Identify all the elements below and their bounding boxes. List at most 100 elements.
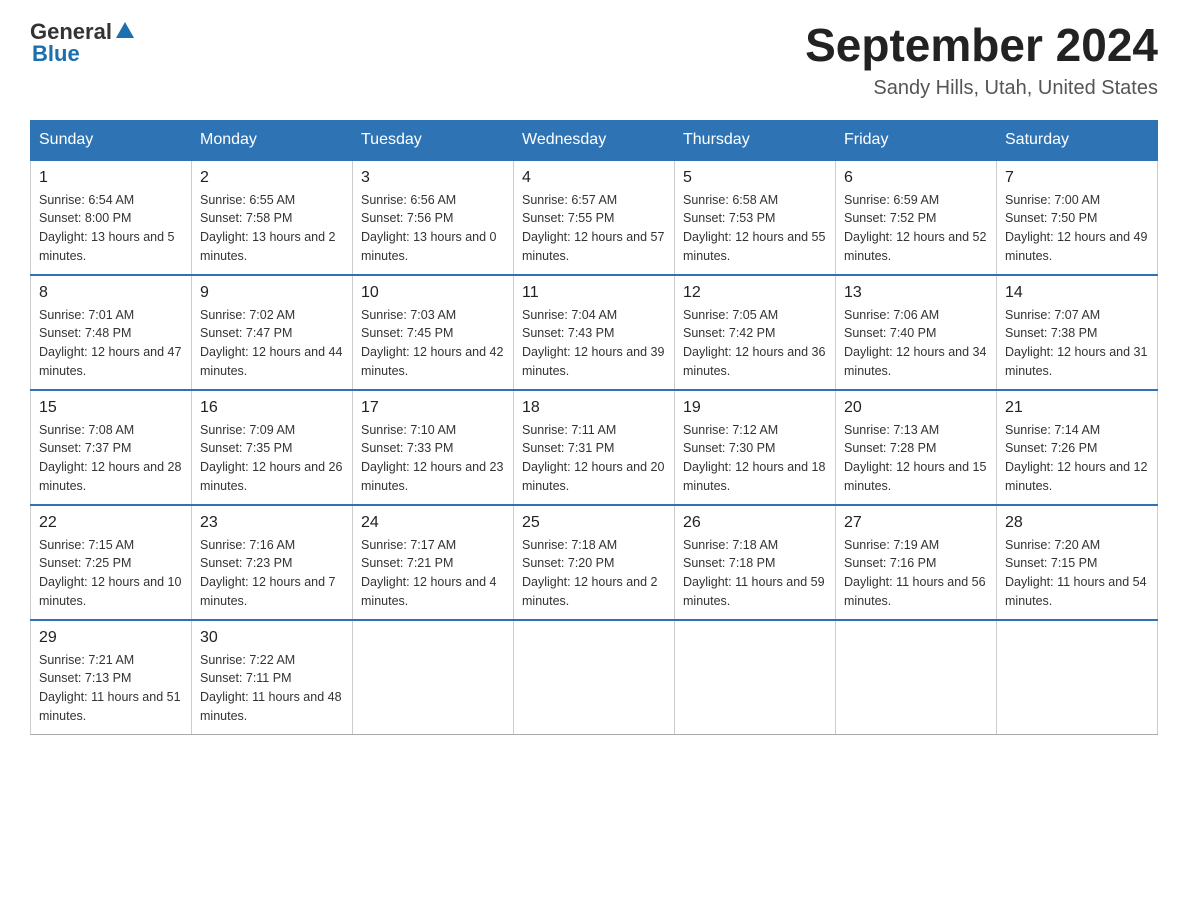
day-number: 7 xyxy=(1005,169,1149,187)
calendar-day-cell: 3 Sunrise: 6:56 AMSunset: 7:56 PMDayligh… xyxy=(353,160,514,275)
calendar-table: SundayMondayTuesdayWednesdayThursdayFrid… xyxy=(30,120,1158,735)
day-number: 20 xyxy=(844,399,988,417)
calendar-day-cell: 13 Sunrise: 7:06 AMSunset: 7:40 PMDaylig… xyxy=(836,275,997,390)
day-number: 16 xyxy=(200,399,344,417)
day-info: Sunrise: 6:57 AMSunset: 7:55 PMDaylight:… xyxy=(522,191,666,266)
calendar-week-row: 15 Sunrise: 7:08 AMSunset: 7:37 PMDaylig… xyxy=(31,390,1158,505)
day-info: Sunrise: 7:06 AMSunset: 7:40 PMDaylight:… xyxy=(844,306,988,381)
calendar-day-cell xyxy=(675,620,836,735)
day-info: Sunrise: 7:21 AMSunset: 7:13 PMDaylight:… xyxy=(39,651,183,726)
calendar-day-cell: 10 Sunrise: 7:03 AMSunset: 7:45 PMDaylig… xyxy=(353,275,514,390)
day-info: Sunrise: 7:22 AMSunset: 7:11 PMDaylight:… xyxy=(200,651,344,726)
day-number: 8 xyxy=(39,284,183,302)
logo: General Blue xyxy=(30,20,136,66)
day-number: 15 xyxy=(39,399,183,417)
location-subtitle: Sandy Hills, Utah, United States xyxy=(805,77,1158,100)
calendar-day-cell: 26 Sunrise: 7:18 AMSunset: 7:18 PMDaylig… xyxy=(675,505,836,620)
calendar-day-cell: 1 Sunrise: 6:54 AMSunset: 8:00 PMDayligh… xyxy=(31,160,192,275)
day-info: Sunrise: 7:09 AMSunset: 7:35 PMDaylight:… xyxy=(200,421,344,496)
calendar-day-cell: 19 Sunrise: 7:12 AMSunset: 7:30 PMDaylig… xyxy=(675,390,836,505)
day-info: Sunrise: 7:13 AMSunset: 7:28 PMDaylight:… xyxy=(844,421,988,496)
calendar-day-cell: 27 Sunrise: 7:19 AMSunset: 7:16 PMDaylig… xyxy=(836,505,997,620)
calendar-day-cell xyxy=(997,620,1158,735)
calendar-day-cell: 24 Sunrise: 7:17 AMSunset: 7:21 PMDaylig… xyxy=(353,505,514,620)
calendar-week-row: 8 Sunrise: 7:01 AMSunset: 7:48 PMDayligh… xyxy=(31,275,1158,390)
calendar-day-cell: 30 Sunrise: 7:22 AMSunset: 7:11 PMDaylig… xyxy=(192,620,353,735)
day-number: 25 xyxy=(522,514,666,532)
day-info: Sunrise: 7:15 AMSunset: 7:25 PMDaylight:… xyxy=(39,536,183,611)
page-header: General Blue September 2024 Sandy Hills,… xyxy=(30,20,1158,100)
calendar-day-cell: 18 Sunrise: 7:11 AMSunset: 7:31 PMDaylig… xyxy=(514,390,675,505)
day-info: Sunrise: 7:18 AMSunset: 7:20 PMDaylight:… xyxy=(522,536,666,611)
day-info: Sunrise: 7:17 AMSunset: 7:21 PMDaylight:… xyxy=(361,536,505,611)
day-number: 19 xyxy=(683,399,827,417)
day-number: 21 xyxy=(1005,399,1149,417)
day-number: 30 xyxy=(200,629,344,647)
day-info: Sunrise: 6:56 AMSunset: 7:56 PMDaylight:… xyxy=(361,191,505,266)
calendar-day-cell: 14 Sunrise: 7:07 AMSunset: 7:38 PMDaylig… xyxy=(997,275,1158,390)
day-number: 12 xyxy=(683,284,827,302)
calendar-week-row: 22 Sunrise: 7:15 AMSunset: 7:25 PMDaylig… xyxy=(31,505,1158,620)
day-number: 6 xyxy=(844,169,988,187)
day-number: 9 xyxy=(200,284,344,302)
calendar-week-row: 29 Sunrise: 7:21 AMSunset: 7:13 PMDaylig… xyxy=(31,620,1158,735)
day-number: 2 xyxy=(200,169,344,187)
weekday-header-thursday: Thursday xyxy=(675,120,836,160)
calendar-day-cell: 23 Sunrise: 7:16 AMSunset: 7:23 PMDaylig… xyxy=(192,505,353,620)
calendar-day-cell xyxy=(353,620,514,735)
weekday-header-row: SundayMondayTuesdayWednesdayThursdayFrid… xyxy=(31,120,1158,160)
weekday-header-friday: Friday xyxy=(836,120,997,160)
title-block: September 2024 Sandy Hills, Utah, United… xyxy=(805,20,1158,100)
day-number: 27 xyxy=(844,514,988,532)
calendar-day-cell: 11 Sunrise: 7:04 AMSunset: 7:43 PMDaylig… xyxy=(514,275,675,390)
calendar-day-cell: 28 Sunrise: 7:20 AMSunset: 7:15 PMDaylig… xyxy=(997,505,1158,620)
calendar-day-cell xyxy=(514,620,675,735)
calendar-day-cell: 8 Sunrise: 7:01 AMSunset: 7:48 PMDayligh… xyxy=(31,275,192,390)
day-info: Sunrise: 7:08 AMSunset: 7:37 PMDaylight:… xyxy=(39,421,183,496)
day-number: 1 xyxy=(39,169,183,187)
logo-blue-text: Blue xyxy=(32,42,136,66)
calendar-day-cell: 21 Sunrise: 7:14 AMSunset: 7:26 PMDaylig… xyxy=(997,390,1158,505)
day-number: 3 xyxy=(361,169,505,187)
weekday-header-saturday: Saturday xyxy=(997,120,1158,160)
day-info: Sunrise: 6:59 AMSunset: 7:52 PMDaylight:… xyxy=(844,191,988,266)
day-info: Sunrise: 6:55 AMSunset: 7:58 PMDaylight:… xyxy=(200,191,344,266)
calendar-day-cell xyxy=(836,620,997,735)
day-info: Sunrise: 7:11 AMSunset: 7:31 PMDaylight:… xyxy=(522,421,666,496)
day-info: Sunrise: 7:12 AMSunset: 7:30 PMDaylight:… xyxy=(683,421,827,496)
day-number: 22 xyxy=(39,514,183,532)
day-info: Sunrise: 7:10 AMSunset: 7:33 PMDaylight:… xyxy=(361,421,505,496)
day-number: 11 xyxy=(522,284,666,302)
calendar-day-cell: 25 Sunrise: 7:18 AMSunset: 7:20 PMDaylig… xyxy=(514,505,675,620)
month-year-title: September 2024 xyxy=(805,20,1158,71)
calendar-day-cell: 5 Sunrise: 6:58 AMSunset: 7:53 PMDayligh… xyxy=(675,160,836,275)
calendar-day-cell: 17 Sunrise: 7:10 AMSunset: 7:33 PMDaylig… xyxy=(353,390,514,505)
day-info: Sunrise: 7:02 AMSunset: 7:47 PMDaylight:… xyxy=(200,306,344,381)
day-info: Sunrise: 7:19 AMSunset: 7:16 PMDaylight:… xyxy=(844,536,988,611)
weekday-header-wednesday: Wednesday xyxy=(514,120,675,160)
day-number: 10 xyxy=(361,284,505,302)
calendar-day-cell: 4 Sunrise: 6:57 AMSunset: 7:55 PMDayligh… xyxy=(514,160,675,275)
day-number: 5 xyxy=(683,169,827,187)
weekday-header-tuesday: Tuesday xyxy=(353,120,514,160)
calendar-day-cell: 7 Sunrise: 7:00 AMSunset: 7:50 PMDayligh… xyxy=(997,160,1158,275)
day-info: Sunrise: 6:54 AMSunset: 8:00 PMDaylight:… xyxy=(39,191,183,266)
day-info: Sunrise: 7:04 AMSunset: 7:43 PMDaylight:… xyxy=(522,306,666,381)
calendar-day-cell: 29 Sunrise: 7:21 AMSunset: 7:13 PMDaylig… xyxy=(31,620,192,735)
day-number: 18 xyxy=(522,399,666,417)
day-info: Sunrise: 7:01 AMSunset: 7:48 PMDaylight:… xyxy=(39,306,183,381)
day-number: 13 xyxy=(844,284,988,302)
day-number: 4 xyxy=(522,169,666,187)
day-info: Sunrise: 7:18 AMSunset: 7:18 PMDaylight:… xyxy=(683,536,827,611)
day-info: Sunrise: 7:16 AMSunset: 7:23 PMDaylight:… xyxy=(200,536,344,611)
calendar-day-cell: 9 Sunrise: 7:02 AMSunset: 7:47 PMDayligh… xyxy=(192,275,353,390)
logo-triangle-icon xyxy=(114,20,136,42)
calendar-day-cell: 2 Sunrise: 6:55 AMSunset: 7:58 PMDayligh… xyxy=(192,160,353,275)
calendar-day-cell: 22 Sunrise: 7:15 AMSunset: 7:25 PMDaylig… xyxy=(31,505,192,620)
day-info: Sunrise: 7:07 AMSunset: 7:38 PMDaylight:… xyxy=(1005,306,1149,381)
calendar-day-cell: 6 Sunrise: 6:59 AMSunset: 7:52 PMDayligh… xyxy=(836,160,997,275)
day-number: 17 xyxy=(361,399,505,417)
day-info: Sunrise: 6:58 AMSunset: 7:53 PMDaylight:… xyxy=(683,191,827,266)
day-number: 24 xyxy=(361,514,505,532)
calendar-day-cell: 20 Sunrise: 7:13 AMSunset: 7:28 PMDaylig… xyxy=(836,390,997,505)
